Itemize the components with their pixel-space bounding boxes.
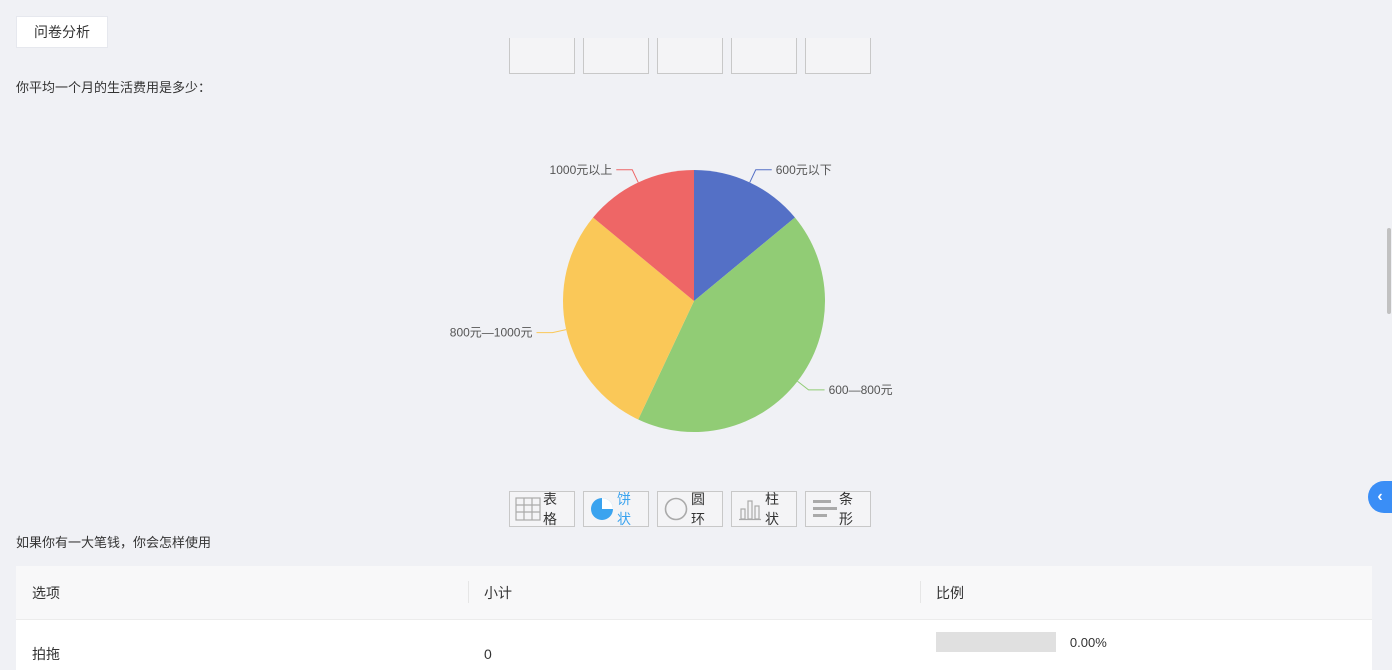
pie-chart: 600元以下 600—800元 800元—1000元 1000元以上 [430,140,950,450]
pie-label: 600—800元 [829,383,893,397]
top-chart-toolbar [509,38,871,74]
column-view-label: 柱状 [765,491,779,527]
column-view-button[interactable]: 柱状 [731,491,797,527]
top-table-button[interactable] [509,38,575,74]
top-ring-button[interactable] [657,38,723,74]
header-option: 选项 [32,584,60,601]
side-collapse-button[interactable]: ‹ [1368,481,1392,513]
tab-label: 问卷分析 [34,24,90,40]
top-column-button[interactable] [731,38,797,74]
pie-label: 1000元以上 [550,163,613,177]
top-bar-button[interactable] [805,38,871,74]
pie-chart-svg: 600元以下 600—800元 800元—1000元 1000元以上 [450,163,893,432]
ratio-percent: 0.00% [1069,634,1107,650]
pie-label-line [797,380,825,391]
tab-survey-analysis[interactable]: 问卷分析 [16,16,108,48]
ratio-bar [936,632,1056,652]
table-icon [514,495,541,523]
header-ratio: 比例 [920,580,1372,603]
bar-view-button[interactable]: 条形 [805,491,871,527]
pie-label: 800元—1000元 [450,326,533,340]
chevron-left-icon: ‹ [1377,488,1383,505]
header-count: 小计 [468,580,920,603]
table-row: 拍拖 0 0.00% [16,620,1372,670]
question-title-2: 如果你有一大笔钱，你会怎样使用 [16,535,212,550]
pie-label-line [536,329,567,334]
bar-view-label: 条形 [839,491,853,527]
pie-label-line [616,169,639,183]
pie-label: 600元以下 [776,163,832,177]
cell-option: 拍拖 [32,646,60,662]
scrollbar[interactable] [1386,62,1392,670]
results-table: 选项 小计 比例 拍拖 0 0.00% [16,566,1372,670]
cell-ratio: 0.00% [920,632,1372,658]
ring-view-button[interactable]: 圆环 [657,491,723,527]
table-view-label: 表格 [543,491,557,527]
scrollbar-thumb[interactable] [1387,228,1391,314]
pie-view-button[interactable]: 饼状 [583,491,649,527]
ring-icon [662,495,689,523]
chart-type-toolbar: 表格 饼状 圆环 柱状 条形 [509,491,871,527]
question-title-1: 你平均一个月的生活费用是多少： [16,80,212,95]
ring-view-label: 圆环 [691,491,705,527]
cell-count: 0 [484,646,492,662]
column-chart-icon [736,495,763,523]
bar-chart-icon [810,495,837,523]
pie-label-line [749,169,772,183]
top-pie-button[interactable] [583,38,649,74]
pie-icon [588,495,615,523]
table-header: 选项 小计 比例 [16,566,1372,620]
pie-view-label: 饼状 [617,491,631,527]
table-view-button[interactable]: 表格 [509,491,575,527]
